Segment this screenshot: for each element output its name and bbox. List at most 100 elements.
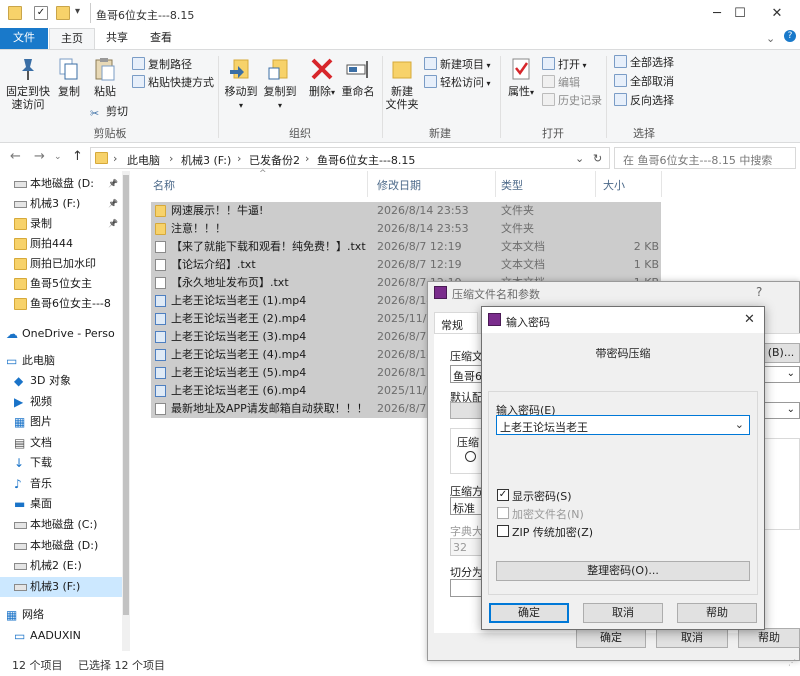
password-input[interactable]: 上老王论坛当老王 ⌄ xyxy=(496,415,750,435)
close-icon[interactable]: ✕ xyxy=(744,312,755,327)
breadcrumb-drive[interactable]: 机械3 (F:) xyxy=(181,152,231,168)
sidebar-item[interactable]: ♪ 音乐 xyxy=(0,474,122,494)
easy-access-button[interactable]: 轻松访问 ▾ xyxy=(424,74,491,91)
paste-shortcut-button[interactable]: 粘贴快捷方式 xyxy=(132,74,214,91)
recent-chevron-icon[interactable]: ⌄ xyxy=(54,152,62,162)
rar-radio[interactable] xyxy=(465,451,476,462)
sidebar-item[interactable]: 厕拍444 xyxy=(0,234,122,254)
tab-view[interactable]: 查看 xyxy=(140,28,182,50)
close-button[interactable]: ✕ xyxy=(754,0,800,28)
file-row[interactable]: 网速展示！！牛逼! 2026/8/14 23:53 文件夹 xyxy=(151,202,661,220)
sidebar-item[interactable]: 鱼哥6位女主---8 xyxy=(0,294,122,314)
sidebar-item[interactable]: ▦ 图片 xyxy=(0,412,122,432)
file-row[interactable]: 注意！！！ 2026/8/14 23:53 文件夹 xyxy=(151,220,661,238)
sidebar-item[interactable]: ▭ AADUXIN xyxy=(0,626,122,646)
tab-general[interactable]: 常规 xyxy=(434,312,478,334)
tab-file[interactable]: 文件 xyxy=(0,28,48,50)
paste-button[interactable]: 粘贴 xyxy=(90,56,120,98)
column-date[interactable]: 修改日期 xyxy=(377,177,421,193)
sidebar-item[interactable]: ▤ 文档 xyxy=(0,433,122,453)
copy-button[interactable]: 复制 xyxy=(54,56,84,98)
chevron-down-icon[interactable]: ⌄ xyxy=(575,152,584,165)
sidebar-item[interactable]: ↓ 下载 xyxy=(0,453,122,473)
up-icon[interactable]: ↑ xyxy=(72,149,83,164)
sidebar-item[interactable]: 本地磁盘 (C:) xyxy=(0,515,122,535)
file-row[interactable]: 【来了就能下载和观看！纯免费！】.txt 2026/8/7 12:19 文本文档 2 … xyxy=(151,238,661,256)
pinned-icon[interactable]: 📌 xyxy=(108,174,118,194)
checkmark-icon[interactable]: ✓ xyxy=(34,6,48,20)
file-row[interactable]: 【论坛介绍】.txt 2026/8/7 12:19 文本文档 1 KB xyxy=(151,256,661,274)
column-name[interactable]: 名称 xyxy=(153,177,175,193)
edit-button[interactable]: 编辑 xyxy=(542,74,580,91)
sidebar-item[interactable]: ◆ 3D 对象 xyxy=(0,371,122,391)
password-help-button[interactable]: 帮助 xyxy=(677,603,757,623)
breadcrumb-current[interactable]: 鱼哥6位女主---8.15 xyxy=(317,152,415,168)
sidebar-item[interactable]: 鱼哥5位女主 xyxy=(0,274,122,294)
history-button[interactable]: 历史记录 xyxy=(542,92,602,109)
archive-ok-button[interactable]: 确定 xyxy=(576,628,646,648)
sidebar-item[interactable]: 录制 📌 xyxy=(0,214,122,234)
options-select[interactable]: ⌄ xyxy=(762,402,800,419)
archive-cancel-button[interactable]: 取消 xyxy=(656,628,728,648)
sidebar-item[interactable]: 本地磁盘 (D:) xyxy=(0,536,122,556)
select-none-button[interactable]: 全部取消 xyxy=(614,73,674,90)
sidebar-item[interactable]: 机械2 (E:) xyxy=(0,556,122,576)
collapse-ribbon-icon[interactable]: ⌄ xyxy=(766,32,775,45)
sidebar-item[interactable]: ▦ 网络 xyxy=(0,605,122,625)
archive-help-button[interactable]: 帮助 xyxy=(738,628,800,648)
pinned-icon[interactable]: 📌 xyxy=(108,194,118,214)
copy-path-label: 复制路径 xyxy=(148,58,192,71)
help-icon[interactable]: ? xyxy=(784,30,796,42)
tab-share[interactable]: 共享 xyxy=(96,28,138,50)
open-button[interactable]: 打开 ▾ xyxy=(542,56,587,73)
column-size[interactable]: 大小 xyxy=(603,177,625,193)
sidebar-item[interactable]: 本地磁盘 (D: 📌 xyxy=(0,174,122,194)
customize-qat-icon[interactable]: ▾ xyxy=(75,6,80,17)
browse-button[interactable]: (B)... xyxy=(762,343,800,363)
tab-home[interactable]: 主页 xyxy=(49,28,95,50)
delete-button[interactable]: 删除▾ xyxy=(307,56,337,99)
scroll-thumb[interactable] xyxy=(123,175,129,615)
copy-to-button[interactable]: 复制到 ▾ xyxy=(262,56,298,112)
show-password-checkbox[interactable]: ✓ xyxy=(497,489,509,501)
breadcrumb-this-pc[interactable]: 此电脑 xyxy=(127,152,160,168)
properties-button[interactable]: 属性▾ xyxy=(504,56,538,99)
sidebar-item[interactable]: ▬ 桌面 xyxy=(0,494,122,514)
zip-legacy-checkbox[interactable] xyxy=(497,525,509,537)
breadcrumb-backup[interactable]: 已发备份2 xyxy=(249,152,300,168)
cut-button[interactable]: ✂ 剪切 xyxy=(90,103,128,120)
back-icon[interactable]: ← xyxy=(10,149,21,164)
pinned-icon[interactable]: 📌 xyxy=(108,214,118,234)
sidebar-item[interactable]: 机械3 (F:) xyxy=(0,577,122,597)
forward-icon[interactable]: → xyxy=(34,149,45,164)
pin-quick-access-button[interactable]: 固定到快 速访问 xyxy=(4,56,52,111)
encrypt-filenames-checkbox[interactable] xyxy=(497,507,509,519)
move-to-button[interactable]: 移动到 ▾ xyxy=(223,56,259,112)
sidebar-item[interactable]: 厕拍已加水印 xyxy=(0,254,122,274)
help-icon[interactable]: ? xyxy=(756,285,762,299)
new-folder-icon[interactable] xyxy=(56,6,70,20)
password-ok-button[interactable]: 确定 xyxy=(489,603,569,623)
organize-passwords-button[interactable]: 整理密码(O)... xyxy=(496,561,750,581)
rename-button[interactable]: 重命名 xyxy=(338,56,378,98)
archive-name-value: 鱼哥6 xyxy=(453,370,482,383)
update-mode-select[interactable]: ⌄ xyxy=(762,366,800,383)
password-cancel-button[interactable]: 取消 xyxy=(583,603,663,623)
search-input[interactable]: 在 鱼哥6位女主---8.15 中搜索 xyxy=(614,147,796,169)
sidebar-item[interactable]: 机械3 (F:) 📌 xyxy=(0,194,122,214)
new-folder-button[interactable]: 新建 文件夹 xyxy=(384,56,420,111)
new-item-button[interactable]: 新建项目 ▾ xyxy=(424,56,491,73)
copy-path-button[interactable]: 复制路径 xyxy=(132,56,192,73)
path-box[interactable]: › 此电脑 › 机械3 (F:) › 已发备份2 › 鱼哥6位女主---8.15… xyxy=(90,147,610,169)
chevron-down-icon[interactable]: ⌄ xyxy=(735,418,744,431)
sidebar-scrollbar[interactable] xyxy=(122,171,130,651)
invert-selection-button[interactable]: 反向选择 xyxy=(614,92,674,109)
sidebar-item[interactable]: ▭ 此电脑 xyxy=(0,351,122,371)
column-type[interactable]: 类型 xyxy=(501,177,523,193)
resize-grip-icon[interactable]: ⋰ xyxy=(788,658,796,667)
refresh-icon[interactable]: ↻ xyxy=(593,152,602,165)
select-all-button[interactable]: 全部选择 xyxy=(614,54,674,71)
sidebar-item[interactable]: ▶ 视频 xyxy=(0,392,122,412)
sidebar-item[interactable]: ☁ OneDrive - Perso xyxy=(0,324,122,344)
sidebar-item-label: 音乐 xyxy=(30,477,52,490)
